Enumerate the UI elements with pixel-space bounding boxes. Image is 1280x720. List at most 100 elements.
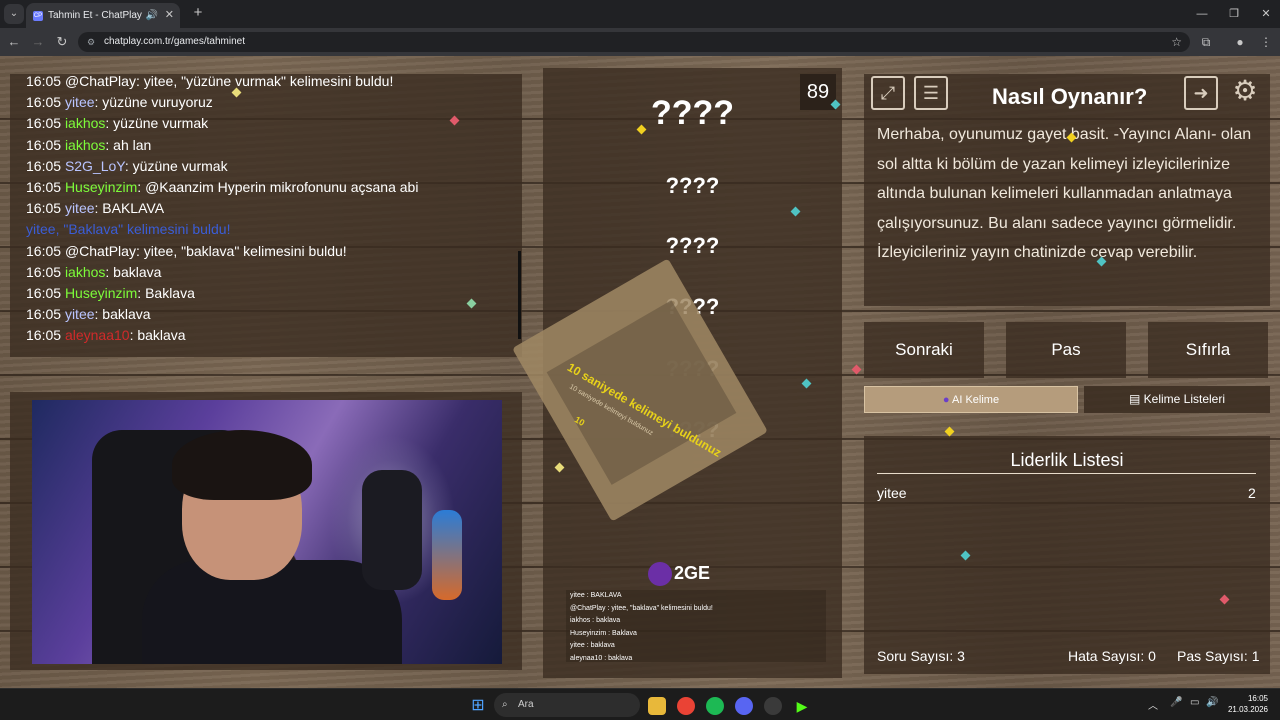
leaderboard-name: yitee [877,485,907,501]
chat-message: 16:05 Huseyinzim: Baklava [26,283,195,304]
chat-username[interactable]: yitee [65,200,95,216]
obs-icon[interactable] [764,697,782,715]
chat-message: 16:05 iakhos: ah lan [26,135,151,156]
microphone-icon[interactable]: 🎤 [1170,697,1182,708]
robot-icon: ● [942,394,950,406]
maximize-button[interactable]: ❐ [1218,0,1250,28]
logo-2ge: 2GE [648,562,710,590]
chat-username[interactable]: S2G_LoY [65,158,125,174]
chat-username[interactable]: iakhos [65,137,105,153]
howto-title: Nasıl Oynanır? [992,84,1148,109]
game-page: 16:05 @ChatPlay: yitee, "yüzüne vurmak" … [0,56,1280,688]
chat-username[interactable]: aleynaa10 [65,327,130,343]
chat-timestamp: 16:05 [26,157,62,174]
document-icon[interactable]: ☰ [914,76,948,110]
chat-username[interactable]: yitee [65,306,95,322]
tab-close-icon[interactable]: ✕ [165,3,174,28]
url-text: chatplay.com.tr/games/tahminet [104,36,245,47]
chat-message: 16:05 yitee: yüzüne vuruyoruz [26,92,213,113]
forward-button[interactable]: → [28,32,48,52]
word-lists-button[interactable]: ▤ Kelime Listeleri [1084,386,1270,413]
question-count: Soru Sayısı: 3 [877,648,965,664]
kick-icon[interactable]: ▶ [793,697,811,715]
browser-toolbar: ← → ↻ ⚙ chatplay.com.tr/games/tahminet ☆… [0,28,1280,56]
leaderboard-score: 2 [1248,485,1256,501]
start-icon[interactable]: ⊞ [469,697,487,715]
chat-username[interactable]: yitee [65,94,95,110]
ai-word-button[interactable]: ● AI Kelime [864,386,1078,413]
site-info-icon[interactable]: ⚙ [87,32,95,52]
leaderboard-divider [877,473,1256,474]
clock-time: 16:05 [1247,694,1268,703]
reset-button[interactable]: Sıfırla [1148,322,1268,378]
chat-timestamp: 16:05 [26,263,62,280]
pass-button[interactable]: Pas [1006,322,1126,378]
chat-text: : @Kaanzim Hyperin mikrofonunu açsana ab… [137,179,419,195]
chat-message: 16:05 yitee: baklava [26,304,151,325]
chat-timestamp: 16:05 [26,327,62,344]
chat-panel: 16:05 @ChatPlay: yitee, "yüzüne vurmak" … [10,74,522,357]
chrome-icon[interactable] [677,697,695,715]
extensions-icon[interactable]: ⧉ [1196,32,1216,52]
fullscreen-icon[interactable]: ⤢ [871,76,905,110]
chat-text: : baklava [129,327,186,344]
display-icon[interactable]: ▭ [1190,697,1199,708]
tab-search-button[interactable]: ⌄ [4,4,24,24]
chat-message: 16:05 Huseyinzim: @Kaanzim Hyperin mikro… [26,177,418,198]
profile-avatar[interactable]: ● [1230,32,1250,52]
search-icon: ⌕ [502,699,508,710]
favicon-icon: CP [33,11,43,21]
chat-timestamp: 16:05 [26,179,62,195]
bookmark-star-icon[interactable]: ☆ [1171,32,1182,52]
back-button[interactable]: ← [4,32,24,52]
tab-bar: ⌄ CP Tahmin Et - ChatPlay 🔊 ✕ + — ❐ ✕ [0,0,1280,28]
mini-chat-line: aleynaa10 : baklava [570,654,633,662]
tray-chevron-icon[interactable]: ︿ [1148,697,1158,712]
chat-timestamp: 16:05 [26,200,62,217]
address-bar[interactable]: ⚙ chatplay.com.tr/games/tahminet ☆ [78,32,1190,52]
audio-icon[interactable]: 🔊 [146,3,158,28]
discord-icon[interactable] [735,697,753,715]
chat-message: 16:05 S2G_LoY: yüzüne vurmak [26,156,228,177]
volume-icon[interactable]: 🔊 [1206,697,1218,708]
leaderboard-title: Liderlik Listesi [1010,450,1124,470]
chat-timestamp: 16:05 [26,136,62,153]
chat-username[interactable]: iakhos [65,264,105,280]
file-explorer-icon[interactable] [648,697,666,715]
chat-username[interactable]: @ChatPlay [65,243,136,259]
minimize-button[interactable]: — [1186,0,1218,28]
windows-taskbar: ⊞ ⌕ Ara ▶ ︿ 🎤 ▭ 🔊 16:05 21.03.2026 [0,688,1280,720]
spotify-icon[interactable] [706,697,724,715]
exit-icon[interactable]: ➜ [1184,76,1218,110]
tab-active[interactable]: CP Tahmin Et - ChatPlay 🔊 ✕ [26,3,180,28]
chat-timestamp: 16:05 [26,242,62,259]
chat-username[interactable]: iakhos [65,115,105,131]
chat-scrollbar[interactable] [518,251,521,339]
target-word: ???? [650,94,735,132]
chat-text: : yitee, "yüzüne vurmak" kelimesini buld… [135,74,394,89]
chat-message: 16:05 iakhos: yüzüne vurmak [26,113,208,134]
taskbar-search[interactable]: ⌕ Ara [494,693,640,717]
reload-button[interactable]: ↻ [52,32,72,52]
chat-text: : yitee, "baklava" kelimesini buldu! [135,242,347,259]
next-button[interactable]: Sonraki [864,322,984,378]
mini-chat-line: @ChatPlay : yitee, "baklava" kelimesini … [570,604,713,612]
chat-username[interactable]: Huseyinzim [65,179,137,195]
forbidden-word-2: ???? [665,233,720,258]
menu-icon[interactable]: ⋮ [1256,32,1276,52]
gear-icon[interactable]: ⚙ [1228,76,1262,110]
chat-username[interactable]: Huseyinzim [65,285,137,301]
light-shape [432,510,462,600]
close-window-button[interactable]: ✕ [1250,0,1280,28]
taskbar-clock[interactable]: 16:05 21.03.2026 [1228,693,1268,715]
mini-chat-overlay: yitee : BAKLAVA @ChatPlay : yitee, "bakl… [566,590,826,662]
chat-timestamp: 16:05 [26,94,62,111]
webcam-image [32,400,502,664]
chat-username[interactable]: yitee, "Baklava" kelimesini buldu! [26,221,230,237]
chat-text: : baklava [105,263,162,280]
confetti [944,426,955,437]
chat-username[interactable]: @ChatPlay [65,74,136,89]
chat-text: : yüzüne vurmak [124,157,228,174]
new-tab-button[interactable]: + [188,3,208,23]
mini-chat-line: yitee : BAKLAVA [570,592,622,599]
